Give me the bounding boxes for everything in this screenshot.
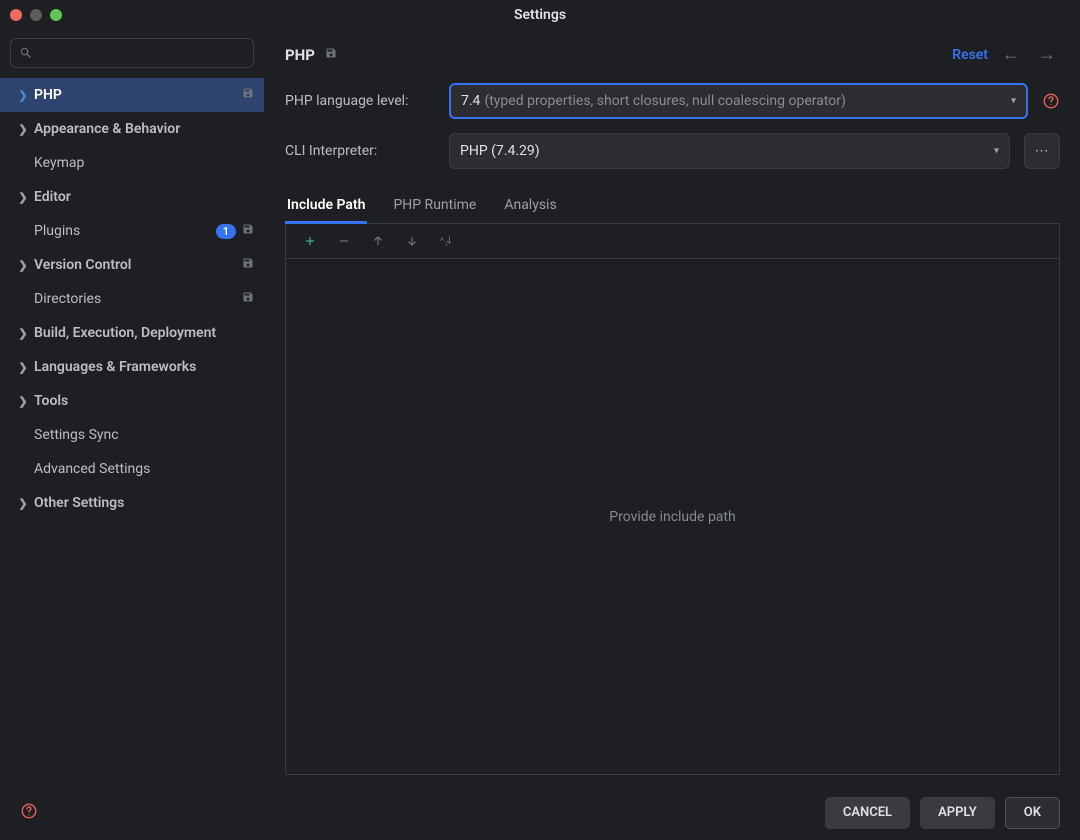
sidebar-item-version-control[interactable]: ❯ Version Control [0, 248, 264, 282]
sidebar-item-plugins[interactable]: Plugins 1 [0, 214, 264, 248]
language-level-desc: (typed properties, short closures, null … [484, 93, 845, 109]
php-subtabs: Include Path PHP Runtime Analysis [285, 189, 1060, 224]
tab-analysis[interactable]: Analysis [502, 189, 558, 223]
chevron-right-icon: ❯ [16, 123, 30, 136]
language-level-label: PHP language level: [285, 93, 435, 109]
move-up-button[interactable] [370, 233, 386, 249]
apply-button[interactable]: APPLY [920, 797, 995, 829]
include-path-list[interactable]: Provide include path [285, 258, 1060, 775]
page-header: PHP Reset ← → [285, 44, 1060, 65]
sidebar-item-settings-sync[interactable]: Settings Sync [0, 418, 264, 452]
settings-search-input[interactable] [39, 46, 245, 61]
search-icon [19, 46, 33, 60]
close-window-button[interactable] [10, 9, 22, 21]
sidebar-item-php[interactable]: ❯ PHP [0, 78, 264, 112]
cli-interpreter-select[interactable]: PHP (7.4.29) ▾ [449, 133, 1010, 169]
sidebar-item-label: Keymap [34, 155, 84, 171]
cli-interpreter-value: PHP (7.4.29) [460, 143, 540, 159]
chevron-right-icon: ❯ [16, 89, 30, 102]
sidebar-item-appearance-behavior[interactable]: ❯ Appearance & Behavior [0, 112, 264, 146]
sidebar-item-label: Settings Sync [34, 427, 119, 443]
sidebar-item-build-execution-deployment[interactable]: ❯ Build, Execution, Deployment [0, 316, 264, 350]
sidebar-item-label: Version Control [34, 257, 131, 273]
settings-main: PHP Reset ← → PHP language level: 7.4 (t… [265, 30, 1080, 785]
page-title: PHP [285, 46, 315, 64]
remove-button[interactable] [336, 233, 352, 249]
language-level-value: 7.4 [461, 93, 480, 109]
language-level-row: PHP language level: 7.4 (typed propertie… [285, 83, 1060, 119]
cli-interpreter-browse-button[interactable]: ⋯ [1024, 133, 1060, 169]
cli-interpreter-row: CLI Interpreter: PHP (7.4.29) ▾ ⋯ [285, 133, 1060, 169]
ok-button[interactable]: OK [1005, 797, 1060, 829]
sidebar-item-editor[interactable]: ❯ Editor [0, 180, 264, 214]
sidebar-item-directories[interactable]: Directories [0, 282, 264, 316]
tab-php-runtime[interactable]: PHP Runtime [391, 189, 478, 223]
save-marker-icon [242, 257, 254, 273]
cancel-button[interactable]: CANCEL [825, 797, 910, 829]
settings-search[interactable] [10, 38, 254, 68]
settings-sidebar: ❯ PHP ❯ Appearance & Behavior Keymap ❯ Editor P… [0, 30, 265, 785]
add-button[interactable] [302, 233, 318, 249]
sidebar-item-label: Directories [34, 291, 101, 307]
sidebar-item-label: Tools [34, 393, 68, 409]
sidebar-item-label: Build, Execution, Deployment [34, 325, 216, 341]
sidebar-item-label: Appearance & Behavior [34, 121, 180, 137]
include-path-toolbar: AZ [285, 224, 1060, 258]
sidebar-item-tools[interactable]: ❯ Tools [0, 384, 264, 418]
sidebar-item-label: PHP [34, 87, 62, 103]
minimize-window-button[interactable] [30, 9, 42, 21]
chevron-right-icon: ❯ [16, 361, 30, 374]
help-icon[interactable] [1042, 92, 1060, 110]
chevron-down-icon: ▾ [1011, 96, 1016, 107]
update-badge: 1 [216, 224, 236, 239]
sort-alpha-button[interactable]: AZ [438, 233, 454, 249]
chevron-down-icon: ▾ [994, 146, 999, 157]
fullscreen-window-button[interactable] [50, 9, 62, 21]
window-title: Settings [0, 7, 1080, 23]
sidebar-item-keymap[interactable]: Keymap [0, 146, 264, 180]
chevron-right-icon: ❯ [16, 191, 30, 204]
cli-interpreter-label: CLI Interpreter: [285, 143, 435, 159]
sidebar-item-label: Plugins [34, 223, 80, 239]
sidebar-item-label: Languages & Frameworks [34, 359, 196, 375]
sidebar-item-label: Other Settings [34, 495, 124, 511]
chevron-right-icon: ❯ [16, 395, 30, 408]
language-level-select[interactable]: 7.4 (typed properties, short closures, n… [449, 83, 1028, 119]
settings-tree: ❯ PHP ❯ Appearance & Behavior Keymap ❯ Editor P… [0, 76, 264, 785]
help-button[interactable] [20, 802, 38, 824]
traffic-lights [10, 9, 62, 21]
sidebar-item-advanced-settings[interactable]: Advanced Settings [0, 452, 264, 486]
chevron-right-icon: ❯ [16, 327, 30, 340]
reset-button[interactable]: Reset [952, 47, 988, 63]
dialog-footer: CANCEL APPLY OK [0, 785, 1080, 840]
move-down-button[interactable] [404, 233, 420, 249]
titlebar: Settings [0, 0, 1080, 30]
nav-forward-button[interactable]: → [1034, 44, 1060, 65]
empty-state-text: Provide include path [609, 509, 735, 525]
save-marker-icon [242, 87, 254, 103]
svg-text:A: A [440, 237, 444, 243]
nav-back-button[interactable]: ← [998, 44, 1024, 65]
save-marker-icon [242, 291, 254, 307]
chevron-right-icon: ❯ [16, 497, 30, 510]
tab-include-path[interactable]: Include Path [285, 189, 367, 224]
sidebar-item-label: Advanced Settings [34, 461, 150, 477]
sidebar-item-label: Editor [34, 189, 71, 205]
chevron-right-icon: ❯ [16, 259, 30, 272]
save-marker-icon [242, 223, 254, 239]
sidebar-item-languages-frameworks[interactable]: ❯ Languages & Frameworks [0, 350, 264, 384]
save-marker-icon [325, 47, 337, 63]
sidebar-item-other-settings[interactable]: ❯ Other Settings [0, 486, 264, 520]
